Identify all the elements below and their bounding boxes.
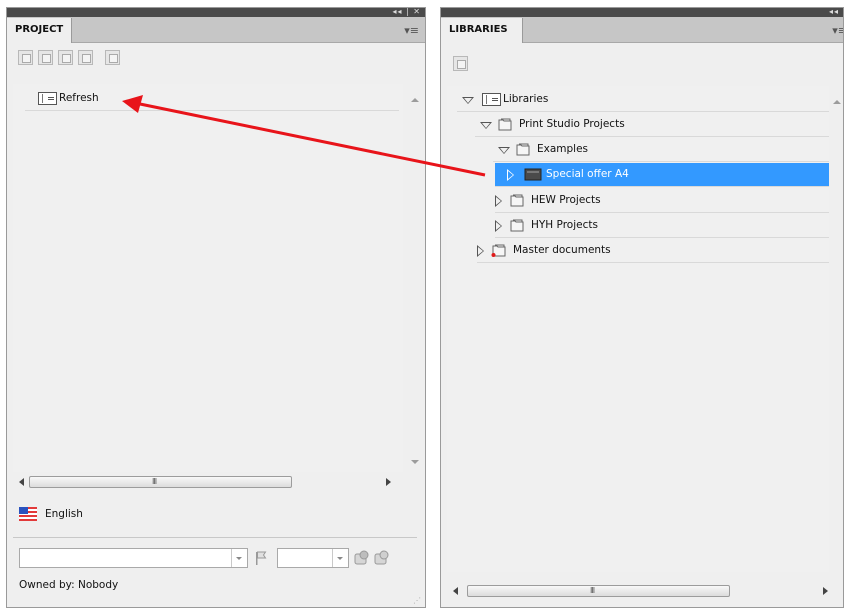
- expand-toggle-icon[interactable]: [462, 97, 474, 104]
- tab-project[interactable]: PROJECT: [7, 18, 73, 43]
- folder-icon: [498, 118, 512, 131]
- language-label[interactable]: English: [45, 508, 83, 520]
- expand-toggle-icon[interactable]: [480, 122, 492, 129]
- collapsed-toggle-icon[interactable]: [495, 220, 502, 232]
- lock-document-icon[interactable]: [353, 550, 369, 566]
- tree-row-libraries[interactable]: Libraries: [457, 88, 831, 112]
- horizontal-scroll-thumb[interactable]: III: [467, 585, 730, 597]
- project-panel: ◂◂ | ✕ PROJECT ▾≡ Refresh III English Ow…: [6, 7, 426, 608]
- project-vertical-scrollbar[interactable]: [407, 84, 423, 472]
- collapsed-toggle-icon[interactable]: [507, 169, 514, 181]
- tree-row-master-documents[interactable]: Master documents: [477, 239, 831, 263]
- chevron-down-icon[interactable]: [332, 549, 348, 567]
- tree-label: HEW Projects: [531, 194, 601, 206]
- project-horizontal-scrollbar[interactable]: III: [13, 474, 399, 491]
- project-tabbar: PROJECT ▾≡: [7, 17, 425, 43]
- panel-menu-icon[interactable]: ▾≡: [404, 24, 419, 37]
- folder-red-dot-icon: [491, 244, 506, 257]
- libraries-horizontal-scrollbar[interactable]: III: [447, 583, 835, 600]
- tree-label: HYH Projects: [531, 219, 598, 231]
- resize-grip-icon[interactable]: ⋰: [413, 596, 421, 605]
- owner-label: Owned by: Nobody: [19, 579, 119, 591]
- folder-icon: [510, 194, 524, 207]
- collapse-panel-button[interactable]: ◂◂ | ✕: [392, 8, 421, 16]
- scroll-left-icon[interactable]: [19, 478, 24, 486]
- tree-label: Print Studio Projects: [519, 118, 625, 130]
- expand-toggle-icon[interactable]: [498, 147, 510, 154]
- new-document-icon[interactable]: [18, 50, 33, 65]
- panel-menu-icon[interactable]: ▾≡: [832, 24, 843, 37]
- project-icon: [524, 168, 542, 181]
- scroll-up-icon[interactable]: [833, 100, 841, 104]
- collapse-panel-button[interactable]: ◂◂: [829, 8, 839, 16]
- refresh-library-icon[interactable]: [453, 56, 468, 71]
- us-flag-icon: [19, 507, 37, 521]
- scroll-right-icon[interactable]: [823, 587, 828, 595]
- scroll-right-icon[interactable]: [386, 478, 391, 486]
- scroll-left-icon[interactable]: [453, 587, 458, 595]
- scroll-grip: III: [590, 586, 595, 595]
- libraries-panel-titlebar: ◂◂: [441, 8, 843, 17]
- unlock-document-icon[interactable]: [373, 550, 389, 566]
- libraries-tabbar: LIBRARIES ▾≡: [441, 17, 843, 43]
- tab-libraries[interactable]: LIBRARIES: [441, 18, 523, 43]
- tree-row-print-studio-projects[interactable]: Print Studio Projects: [475, 113, 831, 137]
- horizontal-scroll-thumb[interactable]: III: [29, 476, 292, 488]
- project-panel-titlebar: ◂◂ | ✕: [7, 8, 425, 17]
- tree-row-hew-projects[interactable]: HEW Projects: [495, 189, 831, 213]
- project-tree[interactable]: Refresh: [13, 84, 403, 472]
- export-icon[interactable]: [58, 50, 73, 65]
- scroll-grip: III: [152, 477, 157, 486]
- save-icon[interactable]: [38, 50, 53, 65]
- folder-icon: [510, 219, 524, 232]
- collapsed-toggle-icon[interactable]: [477, 245, 484, 257]
- tree-row-special-offer-a4[interactable]: Special offer A4: [495, 163, 831, 187]
- chevron-down-icon[interactable]: [231, 549, 247, 567]
- collapsed-toggle-icon[interactable]: [495, 195, 502, 207]
- tree-label: Examples: [537, 143, 589, 155]
- tree-row-examples[interactable]: Examples: [493, 138, 831, 162]
- libraries-panel: ◂◂ LIBRARIES ▾≡ Libraries Print Studio P…: [440, 7, 844, 608]
- flag-icon[interactable]: [253, 550, 269, 566]
- tree-row-hyh-projects[interactable]: HYH Projects: [495, 214, 831, 238]
- scroll-up-icon[interactable]: [411, 98, 419, 102]
- document-icon: [38, 92, 57, 105]
- tree-label: Special offer A4: [546, 168, 629, 180]
- status-combo[interactable]: [277, 548, 349, 568]
- tree-label: Master documents: [513, 244, 611, 256]
- sync-icon[interactable]: [105, 50, 120, 65]
- tree-row-refresh[interactable]: Refresh: [25, 87, 399, 111]
- import-icon[interactable]: [78, 50, 93, 65]
- libraries-tree[interactable]: Libraries Print Studio Projects Examples…: [447, 86, 831, 572]
- tree-label-refresh: Refresh: [59, 92, 99, 104]
- divider: [13, 537, 417, 538]
- libraries-vertical-scrollbar[interactable]: [829, 86, 843, 572]
- workflow-combo[interactable]: [19, 548, 248, 568]
- scroll-down-icon[interactable]: [411, 460, 419, 464]
- folder-icon: [516, 143, 530, 156]
- document-icon: [482, 93, 501, 106]
- tree-label: Libraries: [503, 93, 549, 105]
